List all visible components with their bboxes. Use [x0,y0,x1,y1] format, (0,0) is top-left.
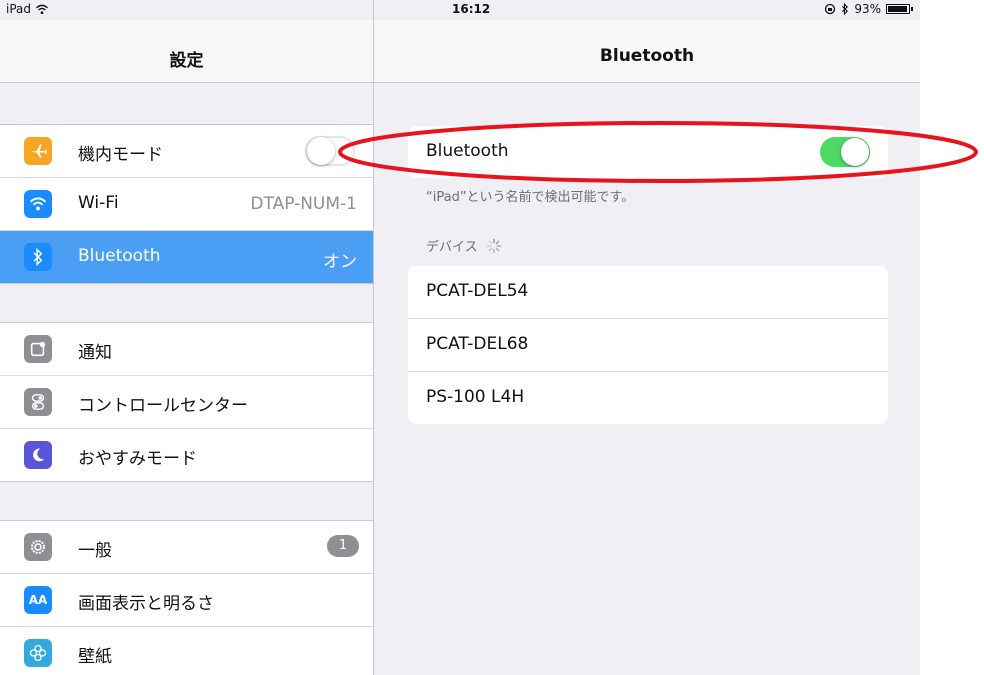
bluetooth-detail-pane: Bluetooth Bluetooth “iPad”という名前で検出可能です。 … [374,0,920,675]
sidebar-item-airplane-mode[interactable]: 機内モード [0,125,373,178]
detail-title: Bluetooth [599,46,695,66]
device-name: PCAT-DEL54 [426,281,529,301]
detail-header: Bluetooth [374,20,920,83]
device-row[interactable]: PCAT-DEL54 [408,266,888,319]
red-annotation-ellipse [338,121,978,183]
discoverable-note: “iPad”という名前で検出可能です。 [426,190,635,205]
sidebar-item-label: Bluetooth [78,246,161,266]
ipad-screen: 設定 機内モード Wi-Fi DTAP-NUM-1 Bluetooth オン 通… [0,0,920,675]
settings-group-general: 一般 1 AA 画面表示と明るさ 壁紙 [0,520,373,675]
sidebar-item-label: Wi-Fi [78,193,119,213]
rotation-lock-icon [825,3,836,15]
device-name-label: iPad [6,2,32,16]
sidebar-item-general[interactable]: 一般 1 [0,521,373,574]
sidebar-item-label: 機内モード [78,145,163,165]
sidebar-item-label: コントロールセンター [78,396,248,416]
battery-percent: 93% [854,2,881,16]
sidebar-item-wifi[interactable]: Wi-Fi DTAP-NUM-1 [0,178,373,231]
devices-section-header: デバイス [426,236,502,255]
sidebar-item-notifications[interactable]: 通知 [0,323,373,376]
device-row[interactable]: PCAT-DEL68 [408,319,888,372]
status-bar: iPad 16:12 93% [0,0,920,20]
sidebar-item-bluetooth[interactable]: Bluetooth オン [0,231,373,283]
bluetooth-icon [24,243,52,271]
sidebar-item-control-center[interactable]: コントロールセンター [0,376,373,429]
device-name: PS-100 L4H [426,387,525,407]
settings-sidebar: 設定 機内モード Wi-Fi DTAP-NUM-1 Bluetooth オン 通… [0,0,374,675]
settings-group-connectivity: 機内モード Wi-Fi DTAP-NUM-1 Bluetooth オン [0,124,373,284]
sidebar-item-label: おやすみモード [78,449,197,469]
sidebar-title: 設定 [169,51,204,71]
sidebar-item-do-not-disturb[interactable]: おやすみモード [0,429,373,481]
moon-icon [24,441,52,469]
wifi-signal-icon [36,4,48,14]
sidebar-item-display-brightness[interactable]: AA 画面表示と明るさ [0,574,373,627]
devices-list: PCAT-DEL54 PCAT-DEL68 PS-100 L4H [408,266,888,424]
gear-icon [24,533,52,561]
bluetooth-status-icon [842,3,849,15]
airplane-icon [24,137,52,165]
wifi-icon [24,190,52,218]
sidebar-item-label: 通知 [78,343,112,363]
wifi-network-name: DTAP-NUM-1 [250,194,357,214]
device-name: PCAT-DEL68 [426,334,529,354]
sidebar-item-label: 壁紙 [78,647,112,667]
device-row[interactable]: PS-100 L4H [408,372,888,424]
settings-group-notifications: 通知 コントロールセンター おやすみモード [0,322,373,482]
notification-icon [24,335,52,363]
update-count-badge: 1 [327,535,359,557]
sidebar-header: 設定 [0,20,373,83]
sidebar-item-label: 一般 [78,541,112,561]
wallpaper-icon [24,639,52,667]
status-time: 16:12 [452,2,491,16]
devices-label: デバイス [426,240,478,255]
sidebar-item-wallpaper[interactable]: 壁紙 [0,627,373,675]
control-center-icon [24,388,52,416]
battery-icon [886,4,913,14]
bluetooth-status-value: オン [323,252,357,272]
sidebar-item-label: 画面表示と明るさ [78,594,214,614]
display-icon: AA [24,586,52,614]
loading-spinner-icon [486,238,501,253]
